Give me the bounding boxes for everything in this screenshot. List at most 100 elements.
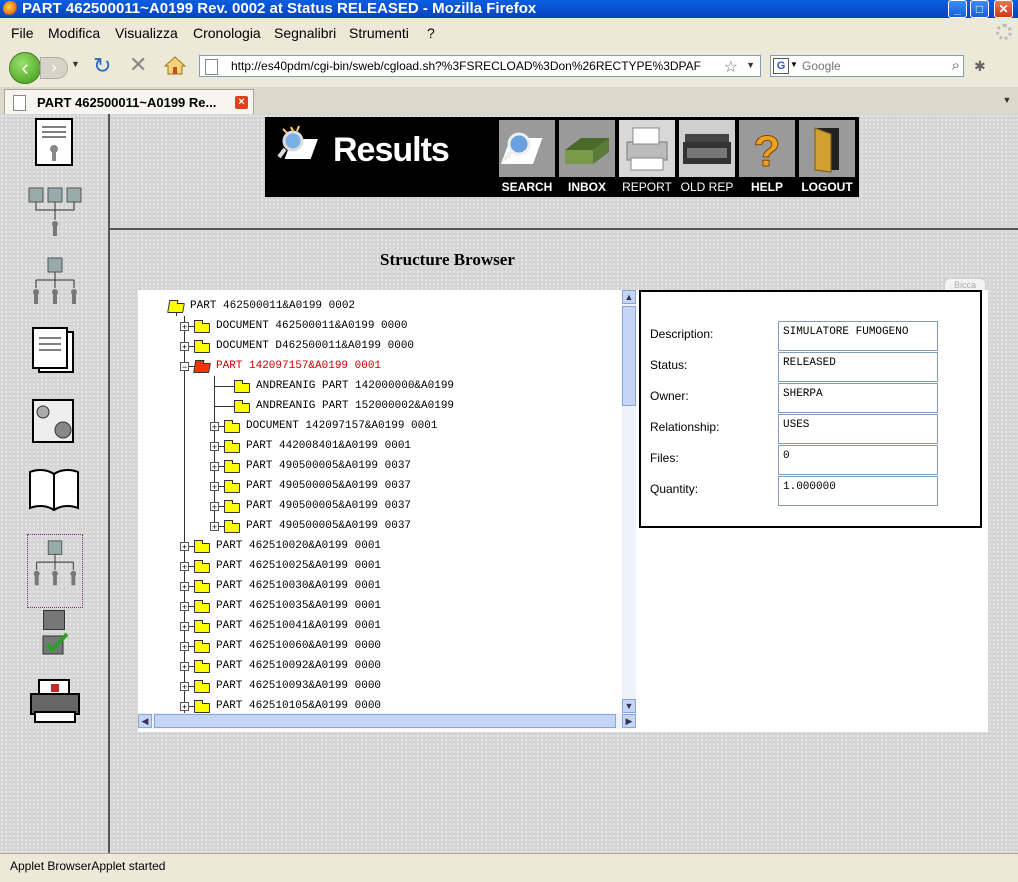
attached-documents-icon[interactable] [29,326,79,376]
expand-icon[interactable]: + [180,602,189,612]
expanded-structure-button[interactable] [27,534,83,608]
expand-icon[interactable]: + [180,322,189,332]
scroll-up-icon[interactable]: ▲ [622,290,636,304]
product-structure-icon[interactable] [27,256,83,310]
tree-node[interactable]: + DOCUMENT D462500011&A0199 0000 [138,336,618,356]
structure-tree: PART 462500011&A0199 0002 + DOCUMENT 46250… [138,290,622,713]
scroll-thumb[interactable] [622,306,636,406]
help-button[interactable]: ? HELP [738,120,796,196]
tree-node[interactable]: + PART 442008401&A0199 0001 [138,436,618,456]
expand-icon[interactable]: + [180,682,189,692]
reload-button[interactable]: ↻ [93,55,111,77]
where-used-icon[interactable] [27,186,83,240]
close-button[interactable]: ✕ [994,0,1013,18]
tree-node[interactable]: + DOCUMENT 142097157&A0199 0001 [138,416,618,436]
horizontal-scrollbar[interactable]: ◀ ▶ [138,713,636,729]
status-bar: Applet BrowserApplet started [0,853,1018,882]
quantity-field[interactable]: 1.000000 [778,476,938,506]
tab-list-icon[interactable]: ▼ [1000,93,1014,107]
relationship-field[interactable]: USES [778,414,938,444]
stop-square-icon[interactable] [43,610,65,630]
scroll-thumb-horizontal[interactable] [154,714,616,728]
tree-node[interactable]: + PART 490500005&A0199 0037 [138,496,618,516]
engine-dropdown-icon[interactable]: ▼ [790,60,798,69]
old-report-button[interactable]: OLD REP [678,120,736,196]
menu-visualizza[interactable]: Visualizza [115,25,178,41]
expand-icon[interactable]: + [210,522,219,532]
tree-node[interactable]: + PART 462510020&A0199 0001 [138,536,618,556]
addon-icon[interactable]: ✱ [974,58,986,75]
tab-part[interactable]: PART 462500011~A0199 Re... × [4,89,254,114]
report-button[interactable]: REPORT [618,120,676,196]
tree-node[interactable]: + PART 490500005&A0199 0037 [138,516,618,536]
history-dropdown-icon[interactable]: ▼ [71,59,80,69]
tree-node[interactable]: + PART 462510092&A0199 0000 [138,656,618,676]
search-icon[interactable]: ⌕ [952,57,960,74]
minimize-button[interactable]: _ [948,0,967,18]
expand-icon[interactable]: + [180,622,189,632]
expand-icon[interactable]: + [210,502,219,512]
url-bar[interactable]: http://es40pdm/cgi-bin/sweb/cgload.sh?%3… [199,55,761,77]
scroll-left-icon[interactable]: ◀ [138,714,152,728]
menu-help[interactable]: ? [427,25,435,41]
tree-node[interactable]: PART 462500011&A0199 0002 [138,296,618,316]
tree-node[interactable]: + PART 490500005&A0199 0037 [138,476,618,496]
menu-modifica[interactable]: Modifica [48,25,100,41]
scroll-right-icon[interactable]: ▶ [622,714,636,728]
tree-node[interactable]: + PART 462510035&A0199 0001 [138,596,618,616]
status-field[interactable]: RELEASED [778,352,938,382]
google-engine-icon[interactable]: G [773,58,789,74]
tree-node[interactable]: + PART 490500005&A0199 0037 [138,456,618,476]
tree-node[interactable]: + DOCUMENT 462500011&A0199 0000 [138,316,618,336]
back-button[interactable]: ‹ [9,52,41,84]
search-button[interactable]: SEARCH [498,120,556,196]
tree-node[interactable]: − PART 142097157&A0199 0001 [138,356,618,376]
url-dropdown-icon[interactable]: ▼ [746,60,755,70]
expand-icon[interactable]: + [180,562,189,572]
expand-icon[interactable]: + [180,542,189,552]
tree-node[interactable]: + PART 462510060&A0199 0000 [138,636,618,656]
document-icon[interactable] [34,117,76,169]
menu-cronologia[interactable]: Cronologia [193,25,261,41]
menu-strumenti[interactable]: Strumenti [349,25,409,41]
inbox-button[interactable]: INBOX [558,120,616,196]
expand-icon[interactable]: + [180,702,189,712]
maximize-button[interactable]: □ [970,0,989,18]
expand-icon[interactable]: + [210,422,219,432]
tab-close-icon[interactable]: × [235,96,248,109]
check-icon[interactable] [41,632,69,656]
drawing-icon[interactable] [29,396,79,446]
door-icon [799,120,855,177]
tree-node[interactable]: + PART 462510030&A0199 0001 [138,576,618,596]
stop-button[interactable]: ✕ [129,54,147,76]
files-field[interactable]: 0 [778,445,938,475]
expand-icon[interactable]: + [180,662,189,672]
menu-segnalibri[interactable]: Segnalibri [274,25,336,41]
expand-icon[interactable]: + [180,642,189,652]
expand-icon[interactable]: + [180,582,189,592]
forward-button[interactable]: › [40,57,68,79]
expand-icon[interactable]: + [210,482,219,492]
tree-node[interactable]: + PART 462510025&A0199 0001 [138,556,618,576]
collapse-icon[interactable]: − [180,362,189,372]
home-button[interactable] [164,55,186,75]
expand-icon[interactable]: + [180,342,189,352]
scroll-down-icon[interactable]: ▼ [622,699,636,713]
search-input[interactable] [802,58,937,74]
book-icon[interactable] [27,466,81,512]
expand-icon[interactable]: + [210,462,219,472]
tree-node[interactable]: ANDREANIG PART 152000002&A0199 [138,396,618,416]
tree-node[interactable]: + PART 462510093&A0199 0000 [138,676,618,696]
bookmark-star-icon[interactable]: ☆ [724,57,738,77]
open-folder-icon [167,303,185,313]
tree-node[interactable]: ANDREANIG PART 142000000&A0199 [138,376,618,396]
vertical-scrollbar[interactable]: ▲ ▼ [622,290,636,713]
owner-field[interactable]: SHERPA [778,383,938,413]
printer-icon[interactable] [29,678,81,724]
tree-node[interactable]: + PART 462510041&A0199 0001 [138,616,618,636]
tree-node[interactable]: + PART 462510105&A0199 0000 [138,696,618,713]
logout-button[interactable]: LOGOUT [798,120,856,196]
expand-icon[interactable]: + [210,442,219,452]
menu-file[interactable]: File [11,25,34,41]
description-field[interactable]: SIMULATORE FUMOGENO [778,321,938,351]
